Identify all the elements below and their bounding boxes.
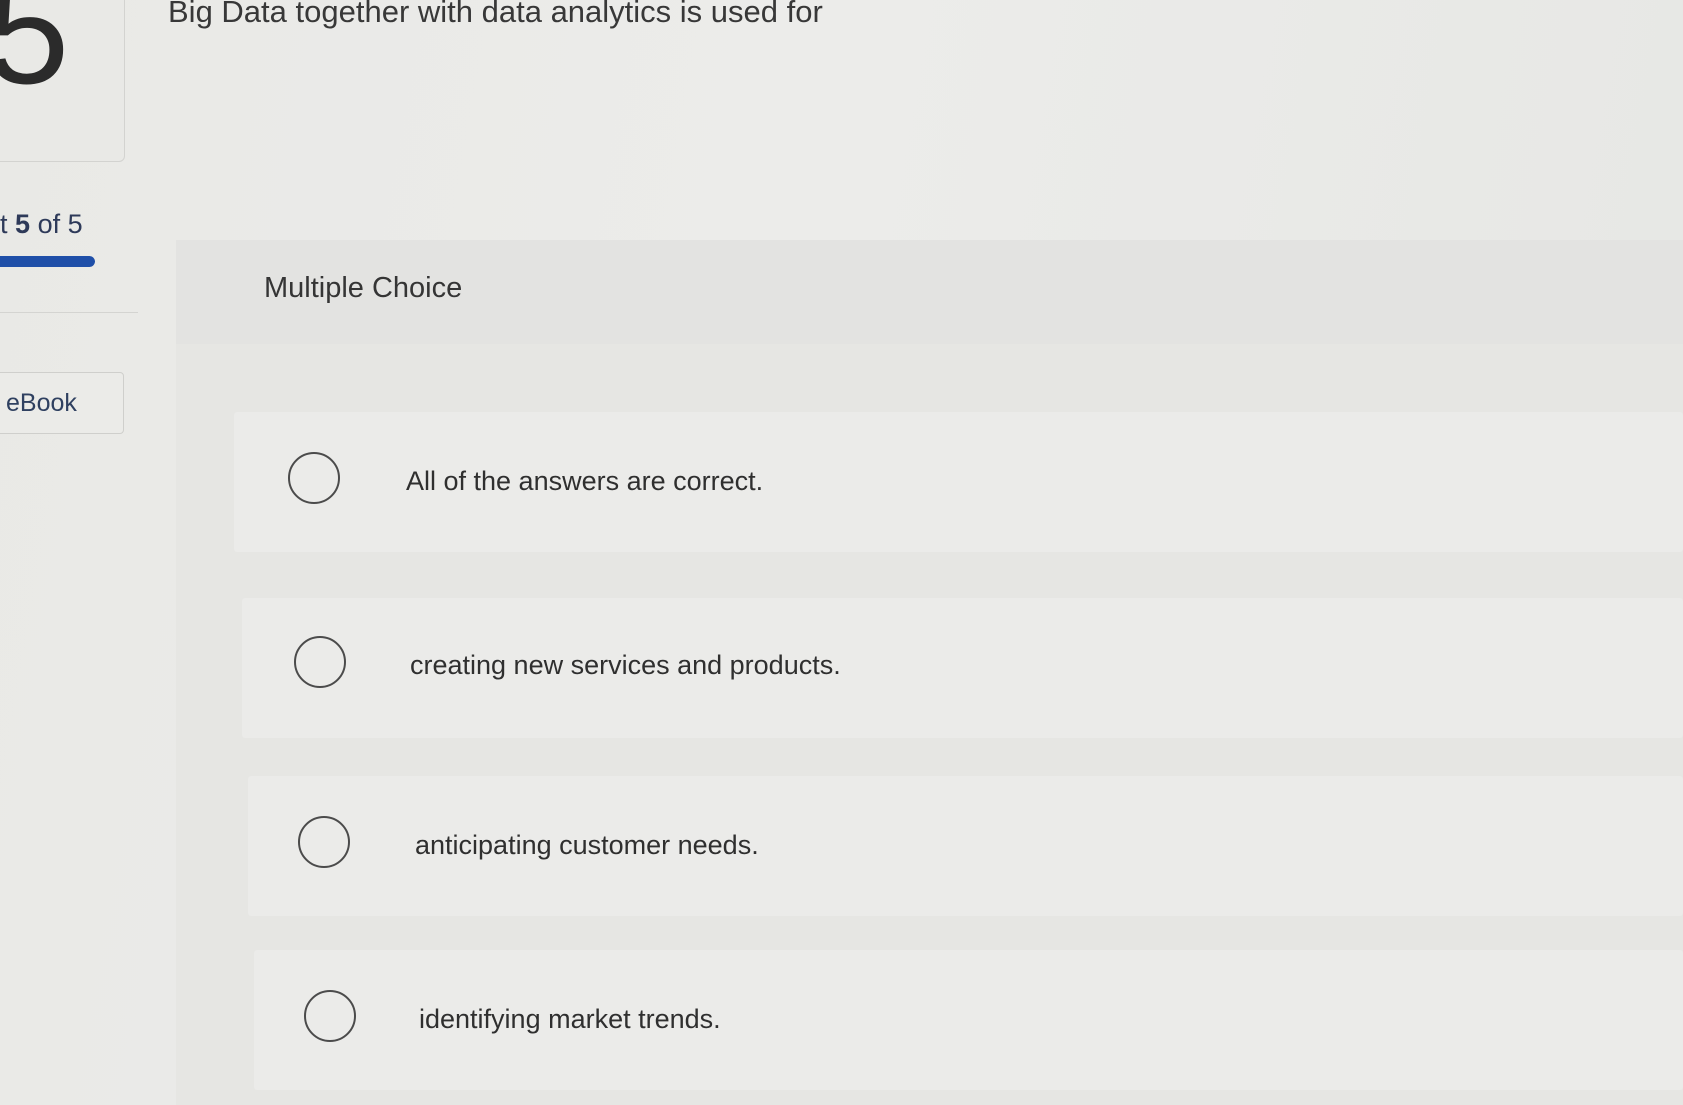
progress-fill: [0, 256, 95, 267]
answer-label-1: All of the answers are correct.: [406, 466, 764, 496]
progress-total: 5: [67, 209, 83, 239]
question-prompt: Big Data together with data analytics is…: [168, 0, 823, 29]
answer-radio-2[interactable]: [294, 636, 346, 688]
answer-radio-4[interactable]: [304, 990, 356, 1042]
answer-option-4[interactable]: identifying market trends.: [254, 950, 1683, 1090]
progress-label: t 5 of 5: [0, 209, 83, 240]
question-number: 5: [0, 0, 70, 115]
answer-option-1[interactable]: All of the answers are correct.: [234, 412, 1683, 552]
answer-radio-3[interactable]: [298, 816, 350, 868]
answer-label-3: anticipating customer needs.: [415, 830, 759, 860]
answer-option-2[interactable]: creating new services and products.: [242, 598, 1683, 738]
progress-bar: [0, 256, 95, 267]
question-type-label: Multiple Choice: [264, 272, 463, 304]
progress-current: 5: [15, 209, 31, 239]
ebook-button[interactable]: eBook: [0, 372, 124, 434]
answer-radio-1[interactable]: [288, 452, 340, 504]
sidebar-divider: [0, 312, 138, 313]
answer-option-3[interactable]: anticipating customer needs.: [248, 776, 1683, 916]
answer-label-2: creating new services and products.: [410, 650, 841, 680]
progress-prefix: t: [0, 209, 8, 239]
ebook-button-label: eBook: [6, 388, 77, 417]
progress-separator: of: [37, 209, 61, 239]
answer-label-4: identifying market trends.: [419, 1004, 721, 1034]
